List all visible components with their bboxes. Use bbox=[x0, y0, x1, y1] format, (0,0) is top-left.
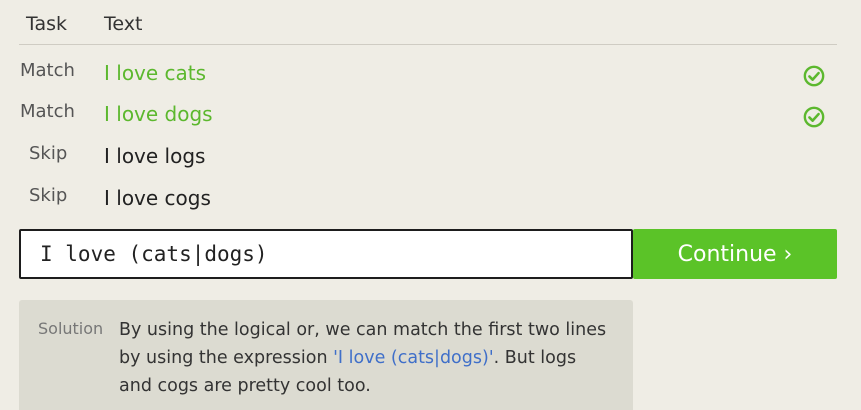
check-circle-icon bbox=[803, 65, 825, 87]
regex-input-value: I love (cats|dogs) bbox=[40, 242, 268, 266]
solution-expression: 'I love (cats|dogs)' bbox=[333, 348, 494, 368]
task-cell: Skip bbox=[29, 185, 68, 206]
table-row: Match I love cats bbox=[19, 60, 837, 100]
solution-label: Solution bbox=[38, 319, 104, 338]
regex-input[interactable]: I love (cats|dogs) bbox=[19, 229, 633, 279]
solution-text: By using the logical or, we can match th… bbox=[119, 316, 609, 400]
solution-panel: Solution By using the logical or, we can… bbox=[19, 300, 633, 410]
check-circle-icon bbox=[803, 106, 825, 128]
table-row: Skip I love cogs bbox=[19, 185, 837, 225]
text-cell: I love dogs bbox=[104, 102, 213, 126]
task-cell: Skip bbox=[29, 143, 68, 164]
text-column-header: Text bbox=[104, 13, 143, 35]
task-cell: Match bbox=[20, 60, 75, 81]
text-cell: I love cats bbox=[104, 61, 207, 85]
task-column-header: Task bbox=[26, 13, 68, 35]
table-header: Task Text bbox=[19, 0, 837, 45]
text-cell: I love cogs bbox=[104, 186, 211, 210]
table-row: Skip I love logs bbox=[19, 143, 837, 183]
task-cell: Match bbox=[20, 101, 75, 122]
text-cell: I love logs bbox=[104, 144, 206, 168]
table-row: Match I love dogs bbox=[19, 101, 837, 141]
continue-button[interactable]: Continue › bbox=[633, 229, 837, 279]
regex-lesson-page: Task Text Match I love cats Match I love… bbox=[0, 0, 861, 410]
